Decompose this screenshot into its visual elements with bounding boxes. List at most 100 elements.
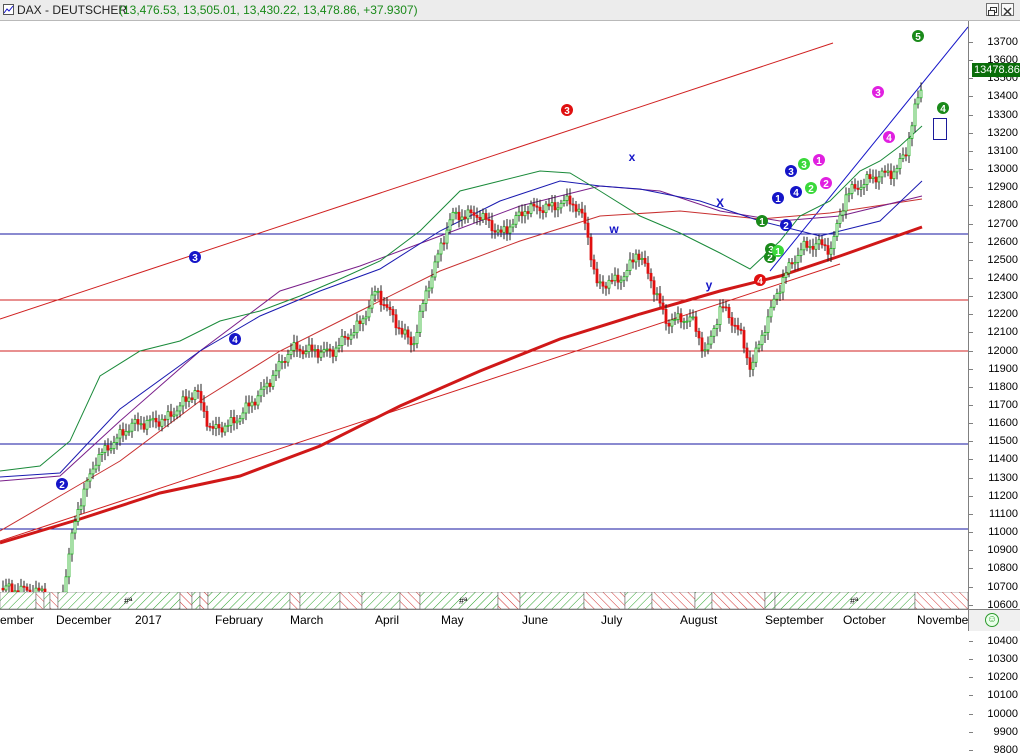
- candle-body: [457, 211, 461, 221]
- candle-body: [208, 425, 212, 428]
- candle-body: [649, 272, 653, 282]
- candle-body: [769, 306, 773, 318]
- wave-label: 1: [816, 156, 822, 167]
- price-tick-mark: [969, 78, 973, 80]
- candle-body: [388, 306, 392, 310]
- candle-body: [376, 290, 380, 293]
- price-tick-label: 13300: [987, 108, 1018, 121]
- candle-body: [805, 240, 809, 248]
- price-tick-mark: [969, 568, 973, 570]
- candle-body: [7, 583, 11, 587]
- candle-body: [541, 210, 545, 213]
- price-tick-label: 11000: [988, 526, 1018, 539]
- candle-body: [250, 401, 254, 407]
- candle-body: [73, 521, 77, 534]
- price-tick-label: 10900: [987, 544, 1018, 557]
- candle-body: [223, 425, 227, 433]
- candle-body: [751, 361, 755, 370]
- signal-segment: [49, 592, 59, 609]
- price-tick-mark: [969, 277, 973, 279]
- candle-body: [301, 350, 305, 355]
- candle-body: [538, 206, 542, 212]
- candle-body: [79, 505, 83, 510]
- candle-body: [67, 553, 71, 578]
- candle-body: [913, 103, 917, 127]
- wave-label: 4: [940, 104, 946, 115]
- candle-body: [349, 334, 353, 340]
- candle-body: [154, 417, 158, 423]
- candle-body: [379, 290, 383, 306]
- signal-segment: [43, 592, 51, 609]
- candle-body: [565, 195, 569, 201]
- candle-body: [655, 293, 659, 296]
- candle-body: [616, 274, 620, 283]
- candle-body: [331, 349, 335, 357]
- candle-body: [808, 246, 812, 248]
- candle-body: [91, 468, 95, 475]
- candle-body: [700, 337, 704, 351]
- wave-label: 4: [886, 133, 892, 144]
- candle-body: [859, 186, 863, 190]
- wave-label: 3: [801, 160, 807, 171]
- candle-body: [781, 276, 785, 293]
- candle-body: [844, 194, 848, 212]
- candle-body: [145, 419, 149, 430]
- candle-body: [295, 342, 299, 350]
- candle-body: [112, 442, 116, 449]
- candle-body: [340, 335, 344, 346]
- candle-body: [214, 424, 218, 429]
- candle-body: [463, 216, 467, 220]
- candle-body: [235, 420, 239, 424]
- candle-body: [358, 320, 362, 324]
- candle-body: [514, 215, 518, 225]
- candle-body: [880, 170, 884, 178]
- candle-body: [703, 349, 707, 352]
- candle-body: [346, 337, 350, 340]
- close-button[interactable]: [1001, 3, 1014, 16]
- restore-button[interactable]: [986, 3, 999, 16]
- candle-body: [517, 211, 521, 216]
- candle-body: [505, 226, 509, 234]
- candle-body: [652, 280, 656, 295]
- price-tick-label: 13000: [987, 163, 1018, 176]
- signal-segment: [0, 592, 37, 609]
- candle-body: [325, 348, 329, 351]
- candle-body: [580, 208, 584, 214]
- candle-body: [502, 226, 506, 233]
- price-tick-mark: [969, 459, 973, 461]
- candle-body: [694, 316, 698, 332]
- candle-body: [190, 397, 194, 400]
- price-tick-label: 12200: [987, 308, 1018, 321]
- wave-label: 5: [915, 32, 921, 43]
- wave-label: 4: [793, 188, 799, 199]
- candle-body: [397, 327, 401, 330]
- candle-body: [853, 184, 857, 189]
- price-tick-mark: [969, 132, 973, 134]
- price-tick-mark: [969, 187, 973, 189]
- candle-body: [334, 347, 338, 357]
- smiley-icon[interactable]: ☺: [985, 613, 999, 627]
- candle-body: [85, 480, 89, 490]
- signal-segment: [711, 592, 766, 609]
- price-chart[interactable]: 342354xwXy1234123451234123: [0, 21, 968, 592]
- price-tick-label: 11200: [988, 489, 1018, 502]
- time-axis: ember December 2017 February March April…: [0, 609, 972, 632]
- candle-body: [895, 168, 899, 173]
- price-tick-label: 9800: [993, 743, 1018, 756]
- candle-body: [679, 313, 683, 323]
- candle-body: [460, 216, 464, 221]
- candle-body: [40, 588, 44, 591]
- price-tick-mark: [969, 150, 973, 152]
- candle-body: [238, 418, 242, 422]
- wave-label: 2: [783, 221, 789, 232]
- price-tick-label: 10800: [987, 562, 1018, 575]
- candle-body: [862, 184, 866, 188]
- symbol-name: DAX - DEUTSCHER: [17, 3, 128, 17]
- candle-body: [100, 452, 104, 455]
- candle-body: [475, 214, 479, 218]
- candle-body: [571, 203, 575, 206]
- candle-body: [199, 391, 203, 404]
- wave-label: 2: [808, 184, 814, 195]
- candle-body: [799, 249, 803, 256]
- candle-body: [424, 290, 428, 304]
